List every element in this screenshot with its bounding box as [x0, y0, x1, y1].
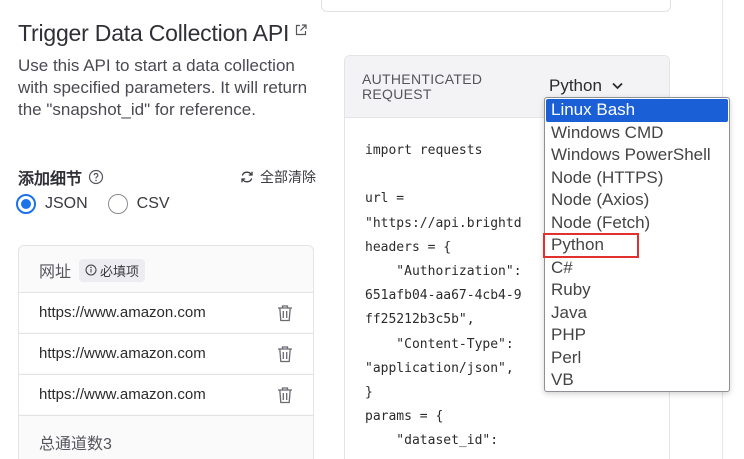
url-row[interactable]: https://www.amazon.com	[19, 333, 313, 373]
dropdown-option[interactable]: Java	[546, 302, 728, 325]
code-line: "dataset_id":	[365, 433, 499, 449]
code-line: 651afb04-aa67-4cb4-9	[365, 288, 522, 304]
auth-label-line2: REQUEST	[362, 86, 432, 102]
dropdown-option[interactable]: VB	[546, 369, 728, 392]
url-panel: 网址 必填项 https://www.amazon.com https://ww…	[18, 245, 314, 459]
authenticated-request-label: AUTHENTICATED REQUEST	[362, 72, 512, 102]
language-select-value: Python	[549, 76, 602, 95]
trash-icon[interactable]	[277, 304, 293, 322]
clear-all-button[interactable]: 全部清除	[240, 167, 316, 187]
page-title: Trigger Data Collection API	[18, 20, 290, 46]
radio-json[interactable]	[16, 194, 36, 214]
top-card-edge	[321, 0, 671, 12]
dropdown-option[interactable]: Node (Axios)	[546, 189, 728, 212]
dropdown-option[interactable]: Perl	[546, 347, 728, 370]
auth-label-line1: AUTHENTICATED	[362, 71, 483, 87]
url-input[interactable]: https://www.amazon.com	[39, 345, 231, 362]
info-icon	[85, 264, 97, 276]
url-row[interactable]: https://www.amazon.com	[19, 292, 313, 332]
page-description: Use this API to start a data collection …	[18, 56, 308, 119]
dropdown-option[interactable]: Linux Bash	[546, 99, 728, 122]
code-block: import requests url = "https://api.bright…	[365, 139, 522, 454]
code-line: headers = {	[365, 239, 452, 255]
dropdown-option[interactable]: Node (HTTPS)	[546, 167, 728, 190]
format-radio-group: JSON CSV	[16, 194, 190, 214]
title-row: Trigger Data Collection API	[18, 20, 307, 47]
code-line: }	[365, 385, 373, 401]
details-label: 添加细节	[18, 171, 83, 188]
radio-csv[interactable]	[107, 194, 128, 214]
dropdown-option[interactable]: Windows CMD	[546, 122, 728, 145]
code-line: "Authorization":	[365, 264, 522, 280]
code-line: "Content-Type":	[365, 336, 514, 352]
url-row[interactable]: https://www.amazon.com	[19, 374, 313, 414]
details-heading: 添加细节	[18, 165, 104, 189]
format-label-json: JSON	[45, 195, 88, 212]
code-line: ff25212b3c5b",	[365, 312, 475, 328]
code-line: url =	[365, 191, 405, 207]
url-header: 网址 必填项	[39, 258, 146, 282]
dropdown-option[interactable]: Python	[546, 234, 728, 257]
dropdown-option[interactable]: C#	[546, 257, 728, 280]
language-dropdown[interactable]: Linux Bash Windows CMD Windows PowerShell N…	[544, 97, 730, 392]
code-line: import requests	[365, 143, 483, 158]
dropdown-option[interactable]: Node (Fetch)	[546, 212, 728, 235]
language-select[interactable]: Python	[549, 76, 623, 96]
dropdown-option[interactable]: Ruby	[546, 279, 728, 302]
url-header-label: 网址	[39, 264, 72, 281]
format-label-csv: CSV	[136, 195, 170, 212]
clear-all-label: 全部清除	[260, 169, 316, 185]
refresh-icon	[241, 171, 253, 183]
help-circle-icon[interactable]	[88, 169, 104, 185]
channel-count-label: 总通道数3	[39, 436, 112, 453]
trash-icon[interactable]	[277, 345, 293, 363]
url-input[interactable]: https://www.amazon.com	[39, 304, 231, 321]
format-option-csv[interactable]: CSV	[107, 194, 170, 214]
code-line: "application/json",	[365, 360, 514, 376]
chevron-down-icon	[612, 82, 623, 90]
url-input[interactable]: https://www.amazon.com	[39, 386, 231, 403]
format-option-json[interactable]: JSON	[16, 194, 88, 214]
required-badge: 必填项	[79, 258, 146, 282]
required-badge-label: 必填项	[100, 263, 140, 279]
details-row: 添加细节 全部清除	[18, 166, 316, 188]
external-link-icon[interactable]	[295, 23, 307, 36]
dropdown-option[interactable]: PHP	[546, 324, 728, 347]
trash-icon[interactable]	[277, 386, 293, 404]
code-line: "https://api.brightd	[365, 215, 522, 231]
dropdown-option[interactable]: Windows PowerShell	[546, 144, 728, 167]
code-line: params = {	[365, 409, 444, 425]
